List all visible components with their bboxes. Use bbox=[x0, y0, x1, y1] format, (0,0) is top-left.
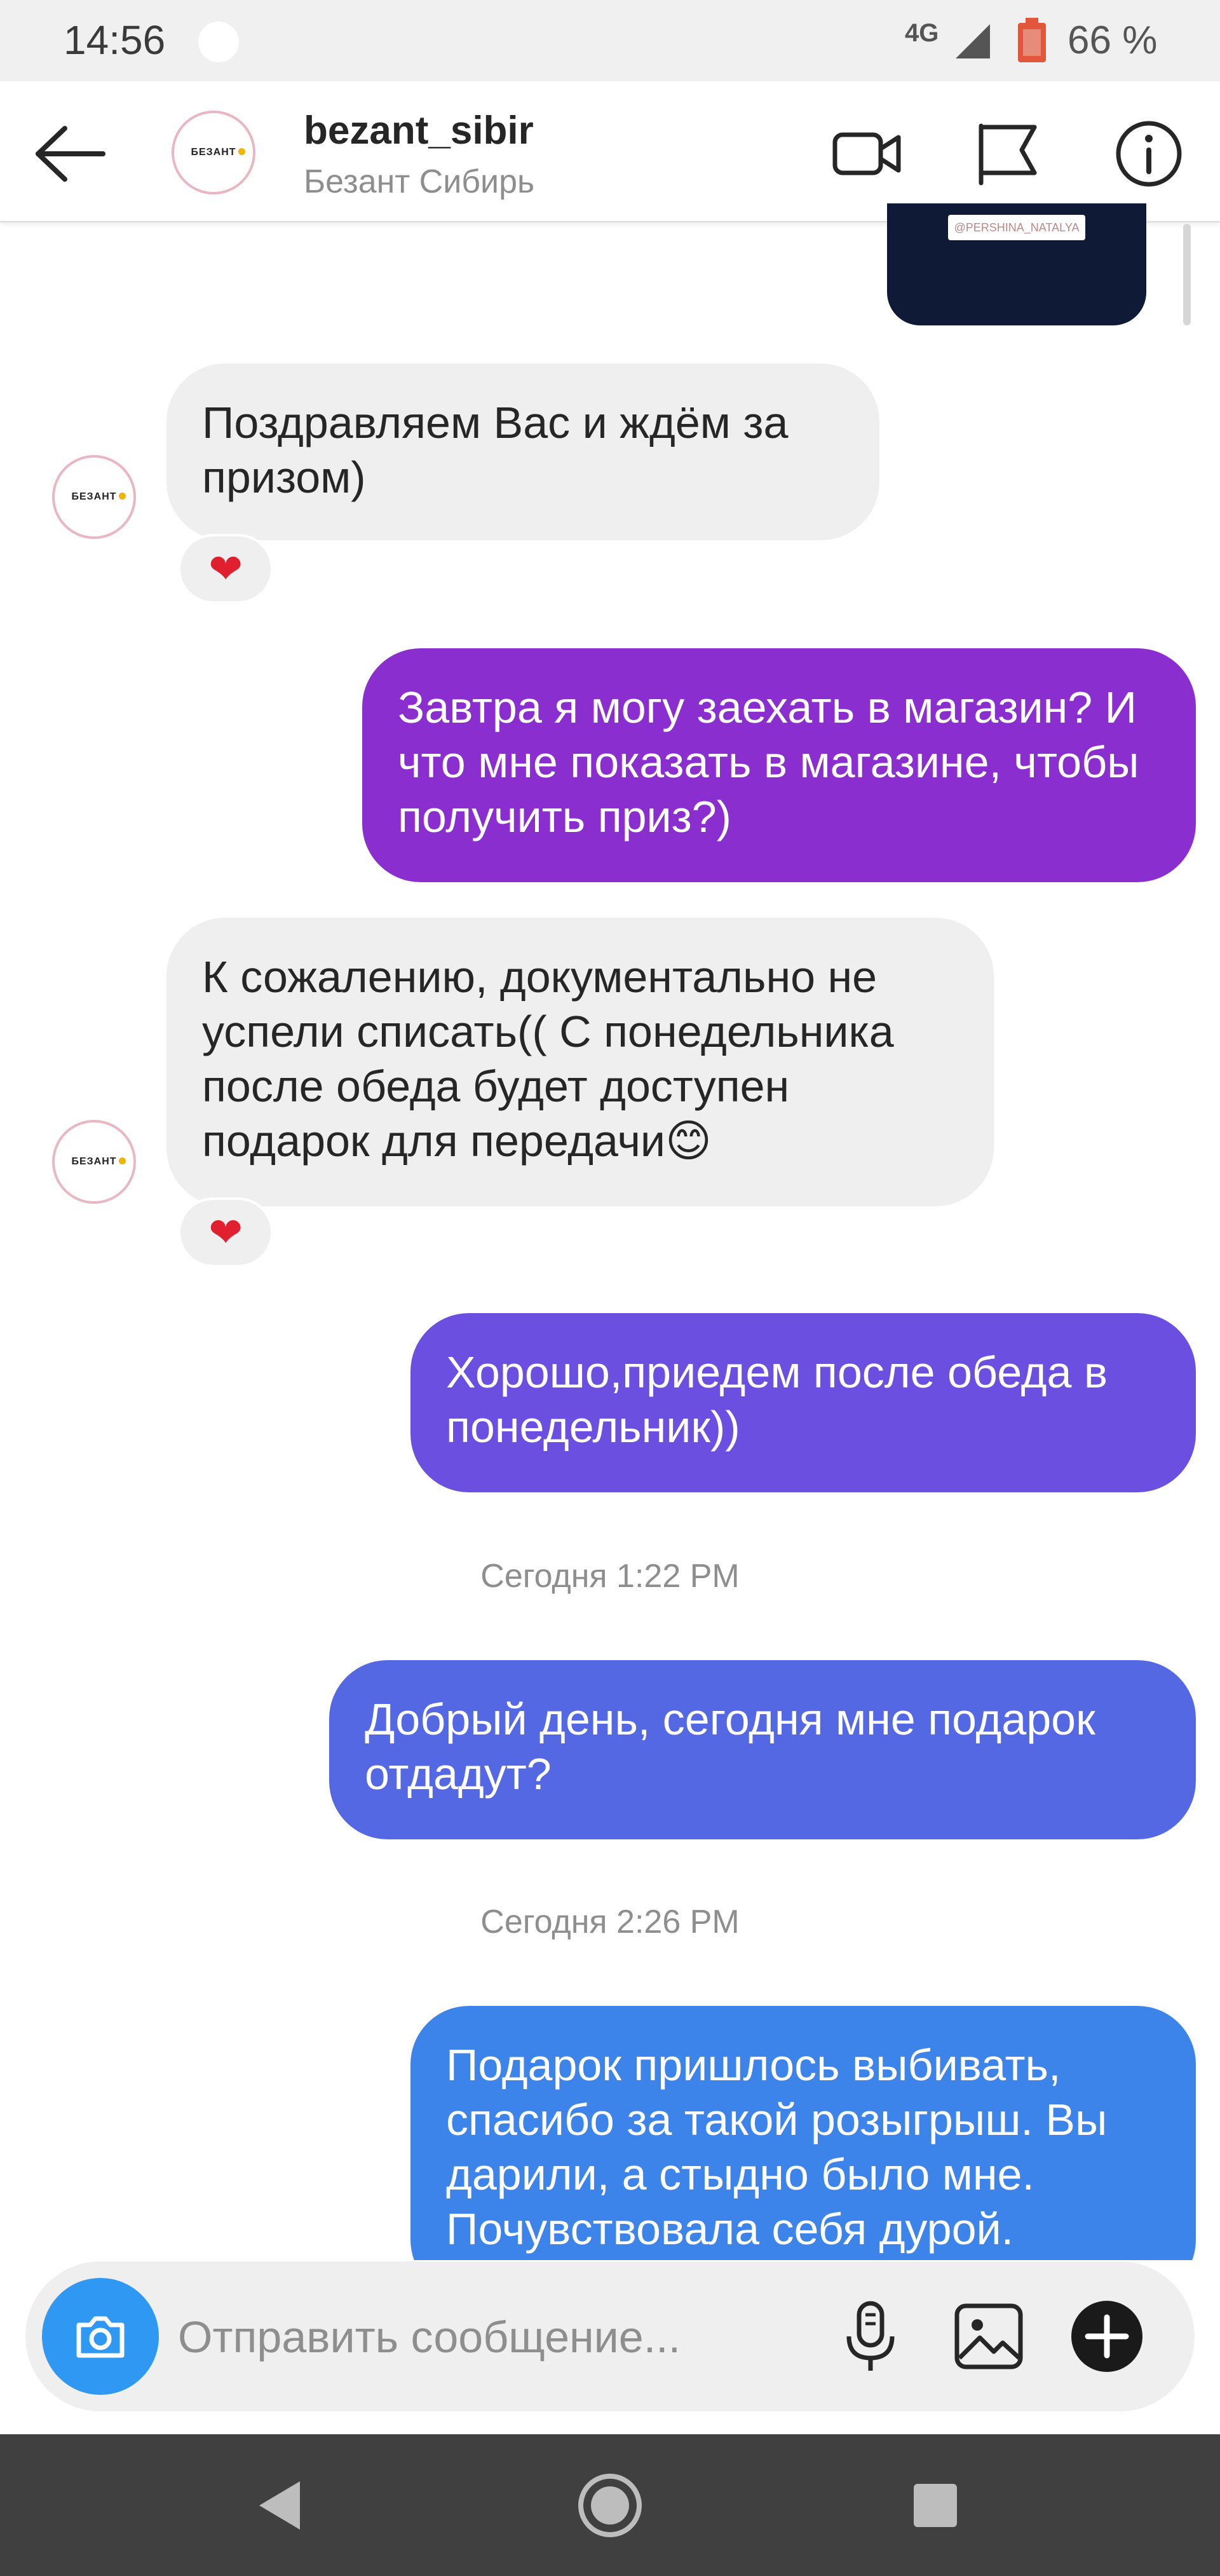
video-call-icon[interactable] bbox=[830, 117, 904, 191]
heart-reaction-icon[interactable]: ❤ bbox=[178, 534, 273, 604]
nav-back-icon[interactable] bbox=[245, 2470, 316, 2541]
flag-icon[interactable] bbox=[971, 117, 1045, 191]
media-caption: @PERSHINA_NATALYA bbox=[948, 215, 1085, 240]
sender-avatar[interactable]: БЕЗАНТ bbox=[52, 1120, 136, 1204]
previous-media-message[interactable]: @PERSHINA_NATALYA bbox=[887, 203, 1146, 325]
sender-avatar[interactable]: БЕЗАНТ bbox=[52, 455, 136, 539]
brand-logo: БЕЗАНТ bbox=[71, 1156, 126, 1167]
message-bubble-incoming[interactable]: К сожалению, документально не успели спи… bbox=[166, 918, 994, 1206]
chat-header: БЕЗАНТ bezant_sibir Безант Сибирь bbox=[0, 81, 1220, 222]
message-bubble-outgoing[interactable]: Завтра я могу заехать в магазин? И что м… bbox=[362, 648, 1196, 882]
battery-percent: 66 % bbox=[1068, 18, 1158, 62]
chat-scrollbar[interactable] bbox=[1183, 224, 1191, 325]
info-icon[interactable] bbox=[1112, 117, 1186, 191]
status-time: 14:56 bbox=[64, 17, 166, 63]
brand-logo: БЕЗАНТ bbox=[71, 491, 126, 502]
message-composer bbox=[25, 2261, 1195, 2411]
system-nav-bar bbox=[0, 2434, 1220, 2576]
status-bar: 14:56 4G 66 % bbox=[0, 0, 1220, 81]
nav-recents-icon[interactable] bbox=[900, 2470, 971, 2541]
notification-dot-icon bbox=[198, 22, 239, 62]
camera-icon bbox=[76, 2316, 125, 2358]
heart-reaction-icon[interactable]: ❤ bbox=[178, 1197, 273, 1267]
message-bubble-incoming[interactable]: Поздравляем Вас и ждём за призом) bbox=[166, 364, 879, 540]
message-input[interactable] bbox=[178, 2302, 813, 2372]
message-timestamp: Сегодня 2:26 PM bbox=[480, 1904, 740, 1940]
nav-home-icon[interactable] bbox=[574, 2470, 646, 2541]
back-arrow-icon[interactable] bbox=[32, 122, 108, 186]
signal-icon bbox=[956, 24, 990, 58]
profile-avatar[interactable]: БЕЗАНТ bbox=[172, 111, 255, 194]
brand-logo: БЕЗАНТ bbox=[191, 147, 245, 158]
message-bubble-outgoing[interactable]: Подарок пришлось выбивать, спасибо за та… bbox=[410, 2006, 1196, 2298]
gallery-icon[interactable] bbox=[949, 2297, 1028, 2376]
message-bubble-outgoing[interactable]: Хорошо,приедем после обеда в понедельник… bbox=[410, 1313, 1196, 1492]
camera-button[interactable] bbox=[42, 2278, 159, 2395]
microphone-icon[interactable] bbox=[831, 2297, 910, 2376]
chat-full-name[interactable]: Безант Сибирь bbox=[304, 163, 534, 201]
network-type: 4G bbox=[905, 19, 939, 47]
message-timestamp: Сегодня 1:22 PM bbox=[480, 1558, 740, 1595]
plus-icon[interactable] bbox=[1068, 2297, 1146, 2376]
message-bubble-outgoing[interactable]: Добрый день, сегодня мне подарок отдадут… bbox=[329, 1660, 1196, 1839]
chat-username[interactable]: bezant_sibir bbox=[304, 108, 534, 153]
battery-icon bbox=[1018, 18, 1046, 62]
